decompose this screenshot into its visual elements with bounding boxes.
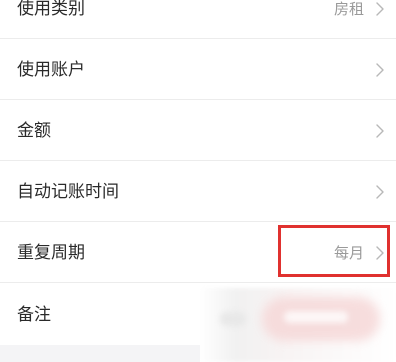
row-usage-account-label: 使用账户 xyxy=(17,59,85,80)
row-amount-label: 金额 xyxy=(17,120,51,141)
row-repeat-cycle-value: 每月 xyxy=(333,243,364,262)
row-usage-category[interactable]: 使用类别 房租 xyxy=(0,0,396,39)
row-notes-label: 备注 xyxy=(17,304,51,325)
chevron-right-icon xyxy=(375,1,385,17)
bottom-bar xyxy=(0,345,200,362)
row-divider xyxy=(0,282,396,283)
row-repeat-cycle-label: 重复周期 xyxy=(17,242,85,263)
blurred-button-text xyxy=(284,311,348,323)
chevron-right-icon xyxy=(375,184,385,200)
row-usage-account[interactable]: 使用账户 xyxy=(0,39,396,100)
row-usage-category-label: 使用类别 xyxy=(17,0,85,19)
chevron-right-icon xyxy=(375,62,385,78)
row-amount[interactable]: 金额 xyxy=(0,100,396,161)
chevron-right-icon xyxy=(375,123,385,139)
row-usage-category-value: 房租 xyxy=(333,0,364,18)
row-auto-record-time-label: 自动记账时间 xyxy=(17,181,119,202)
row-repeat-cycle[interactable]: 重复周期 每月 xyxy=(0,222,396,283)
row-auto-record-time[interactable]: 自动记账时间 xyxy=(0,161,396,222)
blurred-element xyxy=(220,312,246,326)
chevron-right-icon xyxy=(375,245,385,261)
